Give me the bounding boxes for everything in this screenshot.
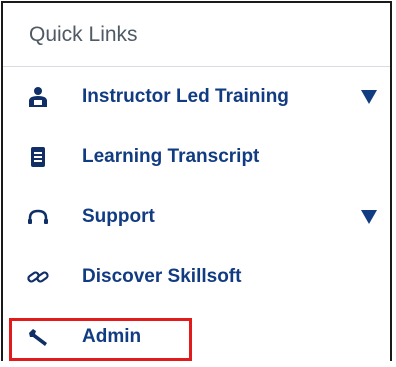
quick-link-label: Learning Transcript bbox=[82, 146, 260, 167]
instructor-icon bbox=[27, 86, 49, 108]
quick-links-panel: Quick Links Instructor Led Training Lear… bbox=[1, 1, 392, 361]
quick-link-label: Support bbox=[82, 206, 155, 227]
quick-link-learning-transcript[interactable]: Learning Transcript bbox=[3, 127, 390, 187]
quick-link-label: Discover Skillsoft bbox=[82, 266, 242, 287]
panel-title: Quick Links bbox=[3, 3, 390, 67]
headset-icon bbox=[27, 206, 49, 228]
quick-link-admin[interactable]: Admin bbox=[3, 307, 390, 367]
chevron-down-icon[interactable] bbox=[360, 209, 378, 225]
quick-link-instructor-led-training[interactable]: Instructor Led Training bbox=[3, 67, 390, 127]
quick-link-support[interactable]: Support bbox=[3, 187, 390, 247]
link-icon bbox=[27, 266, 49, 288]
wrench-icon bbox=[27, 326, 49, 348]
chevron-down-icon[interactable] bbox=[360, 89, 378, 105]
quick-link-label: Admin bbox=[82, 326, 142, 347]
quick-link-discover-skillsoft[interactable]: Discover Skillsoft bbox=[3, 247, 390, 307]
transcript-icon bbox=[27, 146, 49, 168]
quick-link-label: Instructor Led Training bbox=[82, 86, 289, 107]
